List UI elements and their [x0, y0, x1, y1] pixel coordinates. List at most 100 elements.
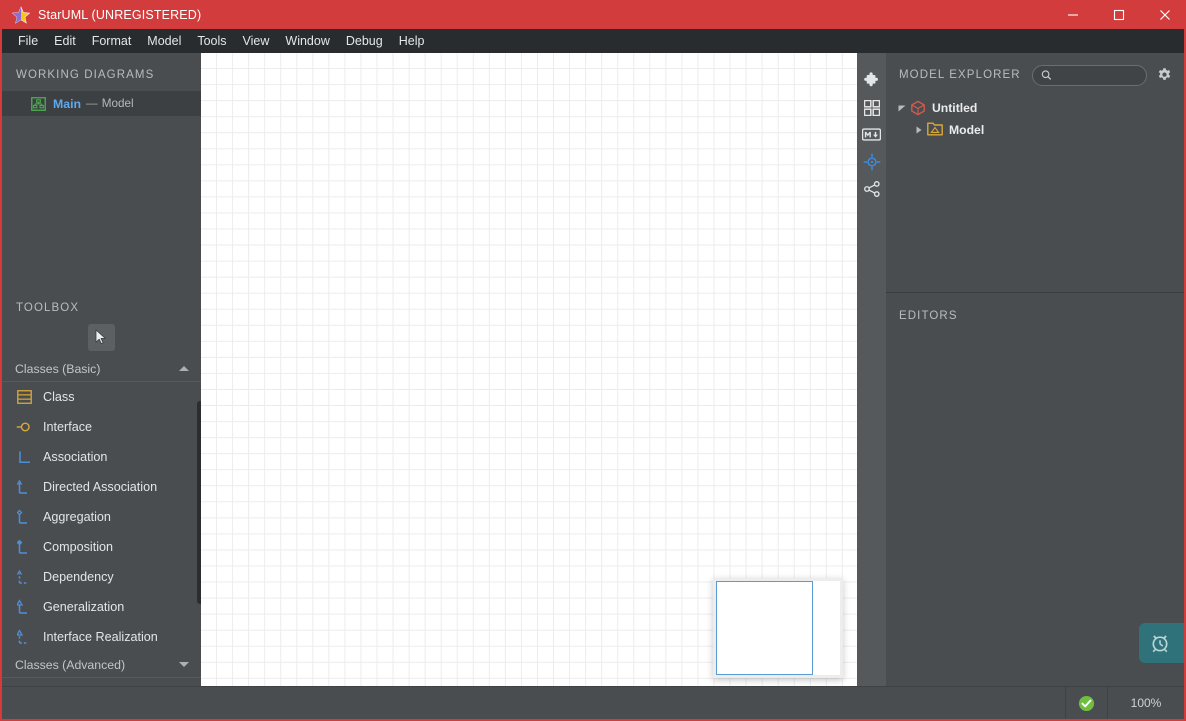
triangle-expanded-icon[interactable]	[894, 104, 910, 112]
extension-manager-icon[interactable]	[857, 67, 886, 94]
staruml-window: StarUML (UNREGISTERED) File Edit Format Mod…	[0, 0, 1186, 721]
toolbox-item-label: Dependency	[43, 570, 114, 584]
menu-item-debug[interactable]: Debug	[338, 31, 391, 52]
working-diagrams-title: WORKING DIAGRAMS	[16, 69, 155, 81]
window-controls	[1050, 0, 1184, 29]
toolbox-item-label: Directed Association	[43, 480, 158, 494]
menu-bar: File Edit Format Model Tools View Window Debug H…	[2, 29, 1184, 53]
model-explorer-header: MODEL EXPLORER	[886, 53, 1184, 97]
status-bar: 100%	[2, 686, 1184, 719]
markdown-icon[interactable]	[857, 121, 886, 148]
toolbox-item-generalization[interactable]: Generalization	[2, 592, 201, 622]
toolbox-section-header[interactable]: Classes (Advanced)	[2, 652, 201, 678]
toolbox-item-label: Interface Realization	[43, 630, 158, 644]
toolbox-item-association[interactable]: Association	[2, 442, 201, 472]
triangle-collapsed-icon[interactable]	[911, 126, 927, 134]
triangle-up-icon	[179, 366, 189, 371]
close-button[interactable]	[1142, 0, 1184, 29]
toolbox-item-class[interactable]: Class	[2, 382, 201, 412]
grid-layout-icon[interactable]	[857, 94, 886, 121]
working-diagram-separator: —	[86, 97, 98, 110]
working-diagram-name: Main	[53, 96, 82, 111]
menu-item-window[interactable]: Window	[277, 31, 337, 52]
preview-panel-right	[813, 581, 840, 675]
search-input[interactable]	[1051, 69, 1146, 81]
package-model-icon	[927, 122, 943, 138]
gear-icon[interactable]	[1156, 67, 1173, 84]
toolbox-item-label: Composition	[43, 540, 113, 554]
toolbox-item-composition[interactable]: Composition	[2, 532, 201, 562]
model-explorer-search[interactable]	[1031, 64, 1147, 86]
diagram-element-preview[interactable]	[713, 578, 843, 678]
tree-item[interactable]: Untitled	[886, 97, 1184, 119]
left-panel: WORKING DIAGRAMS Main — Model TOOLBOX Clas…	[2, 53, 201, 686]
toolbox-title: TOOLBOX	[16, 302, 80, 314]
menu-item-view[interactable]: View	[235, 31, 278, 52]
star-icon	[11, 5, 31, 25]
editors-title: EDITORS	[899, 310, 958, 322]
tree-item[interactable]: Model	[886, 119, 1184, 141]
maximize-button[interactable]	[1096, 0, 1142, 29]
title-bar: StarUML (UNREGISTERED)	[2, 0, 1184, 29]
working-diagrams-list: Main — Model	[2, 91, 201, 116]
toolbox-section-label: Classes (Advanced)	[15, 657, 126, 672]
composition-icon	[15, 538, 34, 557]
status-badge[interactable]	[1065, 686, 1107, 719]
interface-icon	[15, 418, 34, 437]
toolbox-section-header[interactable]: Packages	[2, 678, 201, 687]
interface-realization-icon	[15, 628, 34, 647]
dependency-icon	[15, 568, 34, 587]
toolbox-item-label: Interface	[43, 420, 93, 434]
right-panel: MODEL EXPLORER Untitled Model EDITORS	[886, 53, 1184, 686]
association-icon	[15, 448, 34, 467]
side-icon-strip	[857, 53, 886, 686]
toolbox-item-aggregation[interactable]: Aggregation	[2, 502, 201, 532]
preview-selected-shape[interactable]	[716, 581, 813, 675]
toolbox-item-label: Class	[43, 390, 75, 404]
toolbox-section-label: Classes (Basic)	[15, 361, 101, 376]
project-cube-icon	[910, 100, 926, 116]
toolbox-item-label: Aggregation	[43, 510, 111, 524]
model-explorer-title: MODEL EXPLORER	[899, 69, 1021, 81]
working-diagram-item[interactable]: Main — Model	[2, 91, 201, 116]
class-icon	[15, 388, 34, 407]
menu-item-model[interactable]: Model	[139, 31, 189, 52]
toolbox-item-interface-realization[interactable]: Interface Realization	[2, 622, 201, 652]
menu-item-tools[interactable]: Tools	[189, 31, 234, 52]
tree-item-label: Model	[949, 123, 985, 137]
toolbox-section-header[interactable]: Classes (Basic)	[2, 356, 201, 382]
model-explorer-tree: Untitled Model	[886, 97, 1184, 141]
tree-item-label: Untitled	[932, 101, 978, 115]
zoom-level[interactable]: 100%	[1107, 686, 1184, 719]
toolbox-panel: TOOLBOX Classes (Basic) Class Interface Ass…	[2, 290, 201, 686]
share-relationships-icon[interactable]	[857, 175, 886, 202]
class-diagram-icon	[31, 96, 46, 111]
toolbox-sections: Classes (Basic) Class Interface Association…	[2, 356, 201, 686]
triangle-down-icon	[179, 662, 189, 667]
minimize-button[interactable]	[1050, 0, 1096, 29]
working-diagrams-panel: WORKING DIAGRAMS Main — Model	[2, 53, 201, 290]
menu-item-help[interactable]: Help	[391, 31, 433, 52]
check-circle-icon	[1078, 695, 1095, 711]
zoom-value: 100%	[1130, 696, 1162, 710]
search-icon	[1041, 70, 1051, 80]
working-diagram-type: Model	[101, 97, 134, 110]
generalization-icon	[15, 598, 34, 617]
toolbox-select-row	[2, 318, 201, 356]
toolbox-item-label: Association	[43, 450, 108, 464]
toolbox-item-directed-association[interactable]: Directed Association	[2, 472, 201, 502]
toolbox-item-label: Generalization	[43, 600, 125, 614]
cursor-arrow-icon[interactable]	[88, 323, 115, 351]
aggregation-icon	[15, 508, 34, 527]
toolbox-item-dependency[interactable]: Dependency	[2, 562, 201, 592]
window-title: StarUML (UNREGISTERED)	[38, 7, 202, 22]
directed-association-icon	[15, 478, 34, 497]
menu-item-file[interactable]: File	[10, 31, 46, 52]
diagram-canvas[interactable]	[201, 53, 881, 686]
alarm-clock-icon	[1152, 635, 1168, 653]
alarm-clock-widget[interactable]	[1139, 623, 1184, 663]
menu-item-edit[interactable]: Edit	[46, 31, 84, 52]
menu-item-format[interactable]: Format	[84, 31, 140, 52]
diagram-navigate-icon[interactable]	[857, 148, 886, 175]
toolbox-item-interface[interactable]: Interface	[2, 412, 201, 442]
